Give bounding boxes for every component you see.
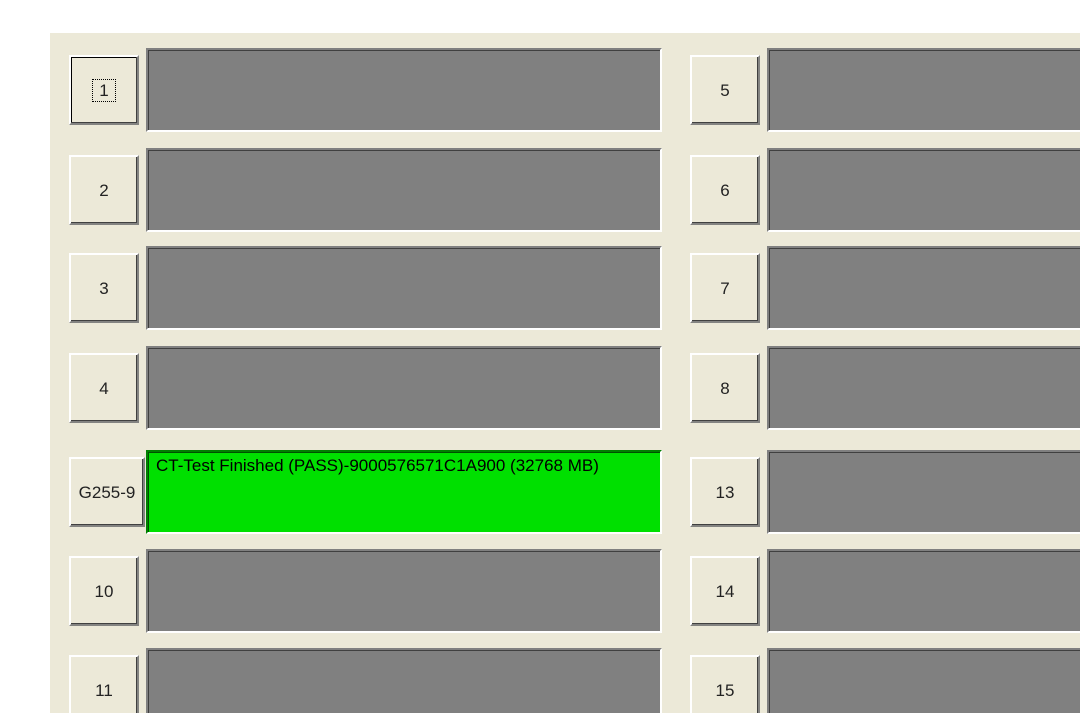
slot-status-10 <box>146 549 662 633</box>
slot-button-label: 5 <box>720 82 729 99</box>
slot-button-label: 2 <box>99 182 108 199</box>
slot-button-label: 4 <box>99 380 108 397</box>
slot-status-6 <box>767 148 1080 232</box>
slot-button-5[interactable]: 5 <box>690 55 760 125</box>
slot-button-15[interactable]: 15 <box>690 655 760 713</box>
slot-button-label: 6 <box>720 182 729 199</box>
slots-panel: 1 2 3 4 G255-9 CT-Test Finis <box>50 33 1080 713</box>
slot-button-14[interactable]: 14 <box>690 556 760 626</box>
slot-status-7 <box>767 246 1080 330</box>
slot-button-label: 7 <box>720 280 729 297</box>
slot-status-11 <box>146 648 662 713</box>
slot-button-label: 8 <box>720 380 729 397</box>
slot-status-14 <box>767 549 1080 633</box>
slot-button-label: 10 <box>95 583 114 600</box>
slot-status-1 <box>146 48 662 132</box>
slot-status-15 <box>767 648 1080 713</box>
slot-button-label: 14 <box>716 583 735 600</box>
slot-button-1[interactable]: 1 <box>69 55 139 125</box>
slot-button-label: 13 <box>716 484 735 501</box>
slot-button-8[interactable]: 8 <box>690 353 760 423</box>
slot-status-text: CT-Test Finished (PASS)-9000576571C1A900… <box>156 456 599 476</box>
slot-button-label: 3 <box>99 280 108 297</box>
slot-button-11[interactable]: 11 <box>69 655 139 713</box>
slot-button-g255-9[interactable]: G255-9 <box>69 457 145 527</box>
slot-button-7[interactable]: 7 <box>690 253 760 323</box>
slot-status-8 <box>767 346 1080 430</box>
slot-button-4[interactable]: 4 <box>69 353 139 423</box>
slot-button-label: G255-9 <box>79 484 136 501</box>
slot-button-2[interactable]: 2 <box>69 155 139 225</box>
slot-button-label: 15 <box>716 682 735 699</box>
slot-button-13[interactable]: 13 <box>690 457 760 527</box>
slot-button-label: 1 <box>93 80 114 101</box>
slot-status-5 <box>767 48 1080 132</box>
slot-button-6[interactable]: 6 <box>690 155 760 225</box>
slot-button-label: 11 <box>95 682 113 699</box>
slot-status-3 <box>146 246 662 330</box>
slot-button-10[interactable]: 10 <box>69 556 139 626</box>
slot-status-g255-9: CT-Test Finished (PASS)-9000576571C1A900… <box>146 450 662 534</box>
app-canvas: 1 2 3 4 G255-9 CT-Test Finis <box>0 0 1080 713</box>
slot-button-3[interactable]: 3 <box>69 253 139 323</box>
slot-status-2 <box>146 148 662 232</box>
slot-status-4 <box>146 346 662 430</box>
slot-status-13 <box>767 450 1080 534</box>
